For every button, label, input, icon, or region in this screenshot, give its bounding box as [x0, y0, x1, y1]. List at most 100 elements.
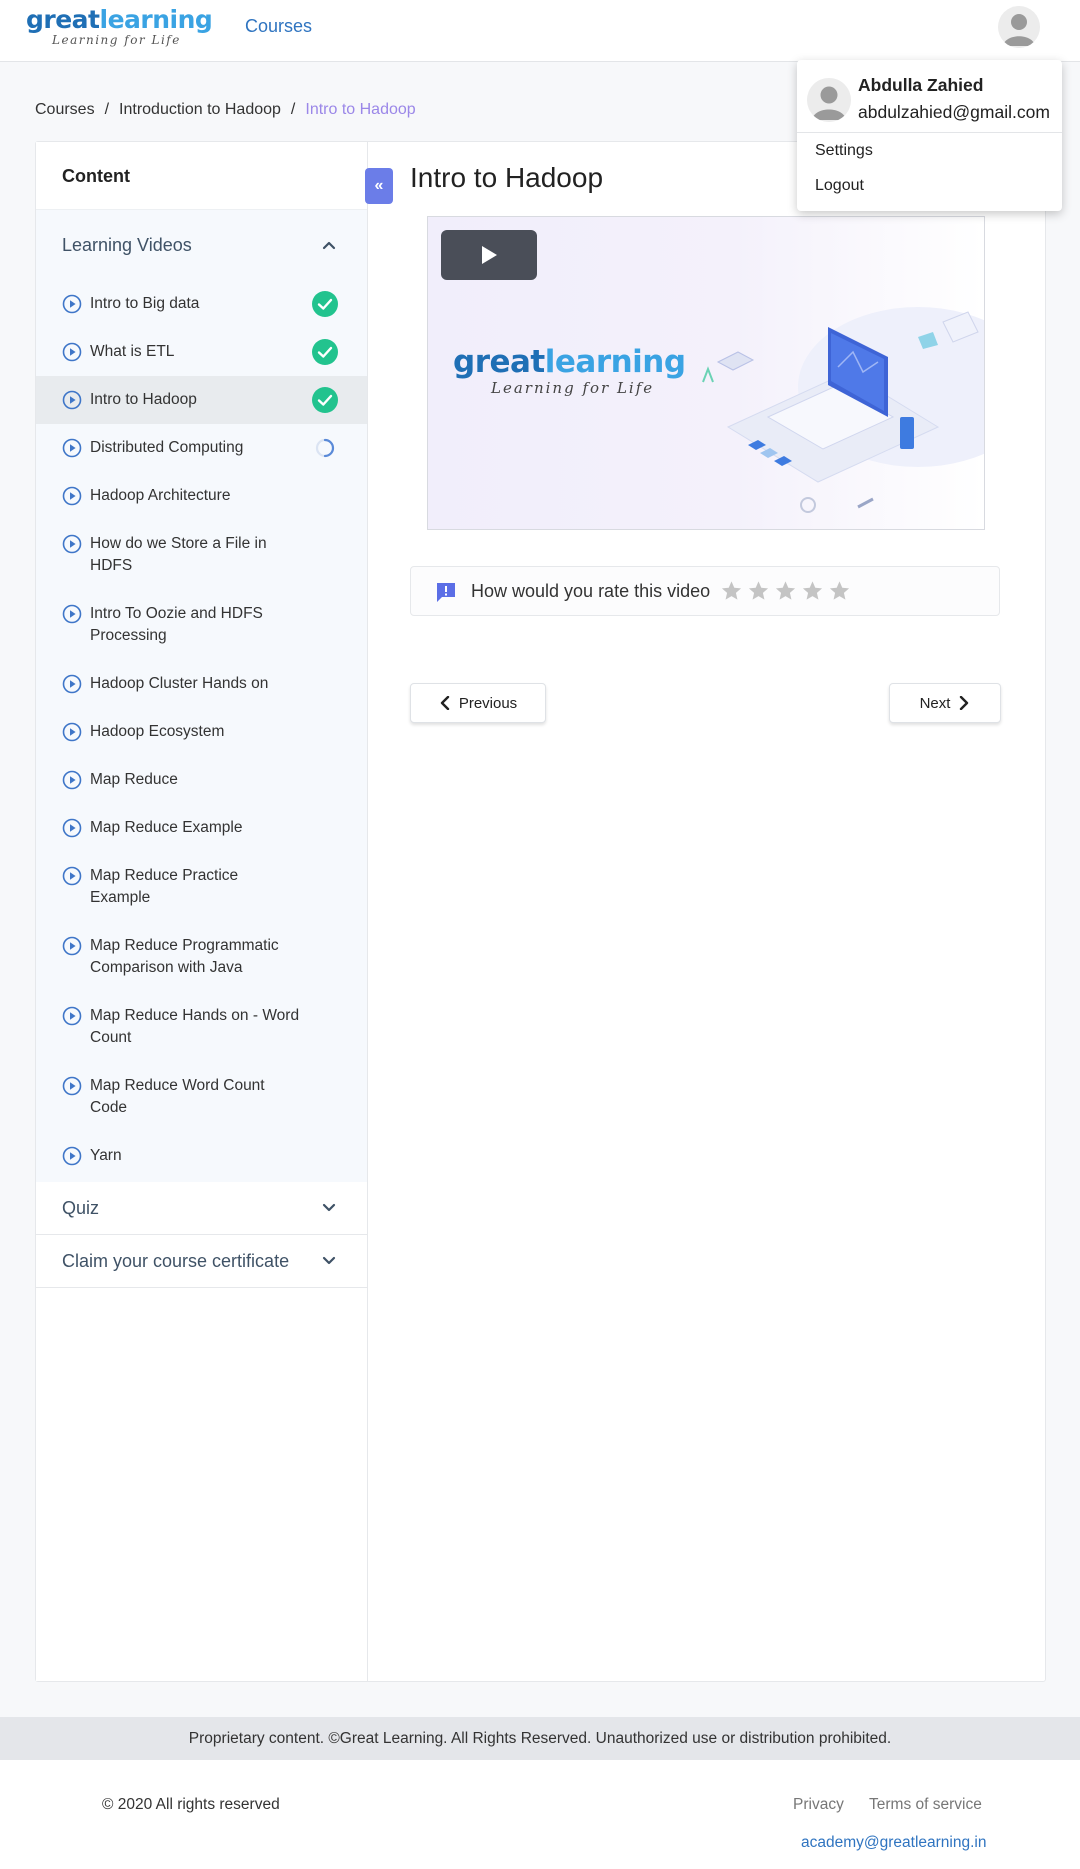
laptop-illustration [702, 307, 984, 513]
play-circle-icon [62, 1076, 82, 1096]
chevron-down-icon [322, 1203, 336, 1212]
video-list-item[interactable]: Map Reduce Programmatic Comparison with … [36, 922, 367, 992]
video-title: Hadoop Architecture [90, 487, 231, 504]
video-list-item[interactable]: What is ETL [36, 328, 367, 376]
terms-link[interactable]: Terms of service [869, 1796, 982, 1814]
user-avatar-button[interactable] [998, 6, 1040, 48]
site-footer: © 2020 All rights reserved Privacy Terms… [0, 1760, 1080, 1869]
star-icon[interactable] [828, 578, 851, 604]
video-title: What is ETL [90, 343, 175, 360]
next-label: Next [919, 694, 951, 712]
sidebar-title: Content [36, 142, 367, 210]
video-rating-bar: How would you rate this video [410, 566, 1000, 616]
brand-logo[interactable]: greatlearning Learning for Life [26, 5, 213, 47]
video-list-item[interactable]: Intro To Oozie and HDFS Processing [36, 590, 367, 660]
video-title: Distributed Computing [90, 439, 244, 456]
star-icon[interactable] [747, 578, 770, 604]
video-title: Intro to Hadoop [90, 391, 197, 408]
star-icon[interactable] [720, 578, 743, 604]
video-list-item[interactable]: Map Reduce Example [36, 804, 367, 852]
play-circle-icon [62, 818, 82, 838]
video-list-item[interactable]: Hadoop Architecture [36, 472, 367, 520]
page-title: Intro to Hadoop [410, 162, 604, 193]
proprietary-notice: Proprietary content. ©Great Learning. Al… [0, 1717, 1080, 1760]
dropdown-divider [797, 132, 1062, 133]
logout-menu-item[interactable]: Logout [815, 177, 864, 195]
breadcrumb-separator: / [290, 101, 296, 118]
user-name: Abdulla Zahied [858, 75, 984, 95]
video-title: How do we Store a File in HDFS [90, 535, 267, 574]
video-list-item[interactable]: Distributed Computing [36, 424, 367, 472]
video-logo-text-b: learning [544, 344, 686, 380]
video-list-item[interactable]: Map Reduce Practice Example [36, 852, 367, 922]
chevron-right-icon [960, 696, 969, 710]
play-circle-icon [62, 770, 82, 790]
video-list-item[interactable]: How do we Store a File in HDFS [36, 520, 367, 590]
play-circle-icon [62, 1006, 82, 1026]
check-circle-icon [312, 291, 338, 317]
section-label: Quiz [62, 1197, 100, 1218]
play-circle-icon [62, 486, 82, 506]
play-icon [482, 246, 497, 264]
double-chevron-left-icon: « [374, 177, 384, 194]
play-circle-icon [62, 534, 82, 554]
play-circle-icon [62, 438, 82, 458]
video-list-item[interactable]: Map Reduce Hands on - Word Count [36, 992, 367, 1062]
video-title: Map Reduce Programmatic Comparison with … [90, 937, 279, 976]
contact-email-link[interactable]: academy@greatlearning.in [801, 1834, 986, 1852]
breadcrumb-course[interactable]: Introduction to Hadoop [119, 101, 281, 119]
logo-text-a: great [26, 5, 100, 34]
user-email: abdulzahied@gmail.com [858, 102, 1050, 122]
play-circle-icon [62, 936, 82, 956]
copyright-text: © 2020 All rights reserved [102, 1796, 280, 1813]
video-thumbnail-logo: greatlearning Learning for Life [453, 345, 686, 397]
star-icon[interactable] [774, 578, 797, 604]
privacy-link[interactable]: Privacy [793, 1796, 844, 1814]
breadcrumb: Courses / Introduction to Hadoop / Intro… [35, 101, 416, 119]
chevron-down-icon [322, 1256, 336, 1265]
breadcrumb-courses[interactable]: Courses [35, 101, 95, 119]
video-list-item[interactable]: Intro to Big data [36, 280, 367, 328]
section-certificate[interactable]: Claim your course certificate [36, 1235, 367, 1288]
play-circle-icon [62, 604, 82, 624]
video-player[interactable]: greatlearning Learning for Life [427, 216, 985, 530]
star-rating [720, 578, 851, 604]
video-list-item[interactable]: Map Reduce [36, 756, 367, 804]
play-circle-icon [62, 866, 82, 886]
logo-text-b: learning [99, 5, 213, 34]
star-icon[interactable] [801, 578, 824, 604]
breadcrumb-current: Intro to Hadoop [305, 101, 416, 118]
video-title: Hadoop Cluster Hands on [90, 675, 269, 692]
play-button[interactable] [441, 230, 537, 280]
collapse-sidebar-button[interactable]: « [365, 168, 393, 204]
avatar-icon [807, 78, 851, 122]
rating-prompt: How would you rate this video [471, 581, 711, 601]
play-circle-icon [62, 674, 82, 694]
previous-button[interactable]: Previous [410, 683, 546, 723]
logo-tagline: Learning for Life [52, 33, 181, 47]
next-button[interactable]: Next [889, 683, 1001, 723]
video-list-item[interactable]: Yarn [36, 1132, 367, 1180]
video-list-item[interactable]: Hadoop Cluster Hands on [36, 660, 367, 708]
video-list-item[interactable]: Map Reduce Word Count Code [36, 1062, 367, 1132]
video-title: Map Reduce Word Count Code [90, 1077, 265, 1116]
feedback-icon [437, 583, 455, 602]
play-circle-icon [62, 342, 82, 362]
video-title: Intro to Big data [90, 295, 200, 312]
video-list-item[interactable]: Intro to Hadoop [36, 376, 367, 424]
content-area: « Intro to Hadoop greatlearning Learning… [365, 142, 1045, 1681]
user-dropdown-menu: Abdulla Zahied abdulzahied@gmail.com Set… [797, 60, 1062, 211]
check-circle-icon [312, 387, 338, 413]
play-circle-icon [62, 1146, 82, 1166]
nav-courses-link[interactable]: Courses [245, 16, 312, 37]
video-list: Intro to Big data What is ETL Intro to Had… [36, 280, 367, 1182]
settings-menu-item[interactable]: Settings [815, 142, 873, 160]
section-quiz[interactable]: Quiz [36, 1182, 367, 1235]
video-logo-text-a: great [453, 344, 545, 380]
dropdown-avatar [807, 78, 851, 122]
video-list-item[interactable]: Hadoop Ecosystem [36, 708, 367, 756]
video-title: Map Reduce Hands on - Word Count [90, 1007, 300, 1046]
video-title: Map Reduce [90, 771, 178, 788]
section-learning-videos[interactable]: Learning Videos [36, 210, 367, 280]
video-title: Intro To Oozie and HDFS Processing [90, 605, 263, 644]
